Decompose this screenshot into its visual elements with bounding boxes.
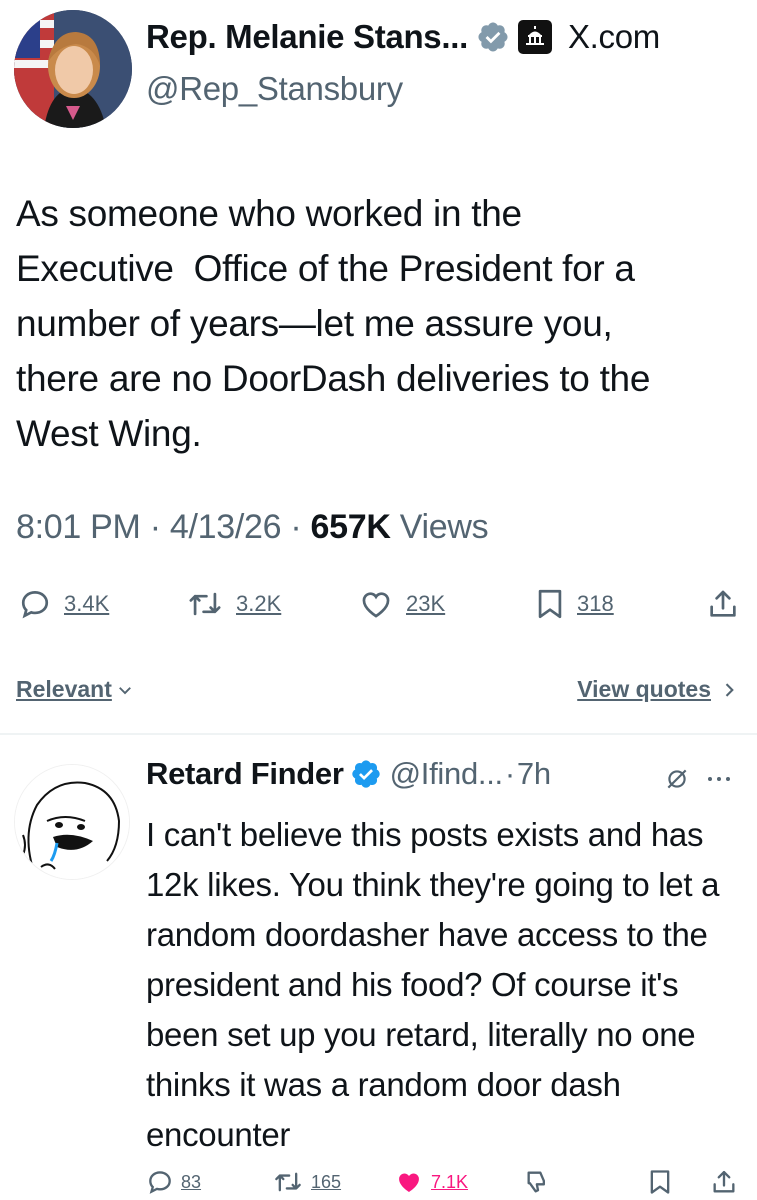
reply-icon (149, 1171, 171, 1194)
relevant-label: Relevant (16, 676, 112, 702)
tweet-text: As someone who worked in the Executive O… (16, 193, 651, 454)
repost-icon (275, 1172, 301, 1192)
reply-avatar-drawing (15, 765, 129, 879)
reply-repost-button[interactable]: 165 (272, 1168, 341, 1196)
like-button[interactable]: 23K (358, 587, 445, 621)
verified-badge-icon (351, 760, 380, 788)
reply-share-button[interactable] (710, 1168, 738, 1196)
meta-separator: · (290, 508, 311, 546)
replies-sort-bar: Relevant View quotes (0, 676, 757, 716)
reply-reply-button[interactable]: 83 (146, 1168, 201, 1196)
bookmark-icon (538, 589, 562, 619)
tweet-meta: 8:01 PM · 4/13/26 · 657K Views (16, 508, 489, 547)
meta-separator: · (149, 508, 170, 546)
heart-icon (362, 592, 390, 618)
meta-separator: · (504, 756, 515, 791)
reply-handle[interactable]: @Ifind... (390, 756, 504, 792)
tweet-time[interactable]: 8:01 PM (16, 508, 141, 546)
reply-reply-count: 83 (181, 1171, 202, 1192)
bookmark-icon (650, 1170, 670, 1194)
heart-filled-icon (399, 1173, 419, 1192)
reply-like-button[interactable]: 7.1K (394, 1168, 468, 1196)
chevron-down-icon (118, 686, 131, 694)
thumbs-down-icon (527, 1171, 545, 1193)
avatar[interactable] (14, 10, 132, 128)
reply-icon (21, 591, 49, 619)
like-count: 23K (406, 591, 446, 616)
reply-tweet[interactable]: Retard Finder @Ifind... · 7h I can't bel… (0, 740, 757, 1200)
avatar-portrait (14, 10, 132, 128)
divider (0, 733, 757, 735)
share-icon (710, 590, 736, 617)
grok-slash-icon[interactable] (664, 766, 690, 792)
site-label: X.com (567, 18, 660, 55)
repost-count: 3.2K (236, 591, 282, 616)
reply-avatar[interactable] (14, 764, 130, 880)
reply-text: I can't believe this posts exists and ha… (146, 816, 720, 1153)
tweet-actions: 3.4K 3.2K 23K 318 (0, 585, 757, 629)
verified-gray-badge-icon (478, 22, 508, 52)
reply-display-name[interactable]: Retard Finder (146, 756, 344, 792)
reply-dislike-button[interactable] (524, 1168, 552, 1196)
handle[interactable]: @Rep_Stansbury (146, 70, 403, 108)
reply-button[interactable]: 3.4K (18, 587, 109, 621)
share-icon (713, 1170, 735, 1193)
relevant-sort-dropdown[interactable]: Relevant (16, 676, 134, 703)
display-name[interactable]: Rep. Melanie Stans... (146, 18, 468, 56)
reply-count: 3.4K (64, 591, 110, 616)
bookmark-button[interactable]: 318 (535, 587, 614, 621)
tweet-date[interactable]: 4/13/26 (170, 508, 282, 546)
repost-icon (189, 592, 221, 616)
government-capitol-badge-icon (517, 20, 552, 54)
bookmark-count: 318 (577, 591, 614, 616)
chevron-right-icon (725, 682, 734, 697)
view-quotes-label: View quotes (577, 676, 711, 702)
views-count: 657K (310, 508, 391, 546)
repost-button[interactable]: 3.2K (186, 587, 281, 621)
reply-actions: 83 165 7.1K (0, 1168, 757, 1200)
view-quotes-link[interactable]: View quotes (577, 676, 739, 703)
reply-repost-count: 165 (311, 1171, 342, 1192)
share-button[interactable] (706, 587, 740, 621)
reply-bookmark-button[interactable] (648, 1168, 672, 1196)
more-options-icon[interactable] (704, 766, 734, 792)
reply-like-count: 7.1K (431, 1171, 469, 1192)
views-label: Views (399, 508, 489, 546)
tweet-header: Rep. Melanie Stans... X.com @Rep_Stansbu… (0, 0, 757, 140)
reply-time[interactable]: 7h (517, 756, 551, 792)
